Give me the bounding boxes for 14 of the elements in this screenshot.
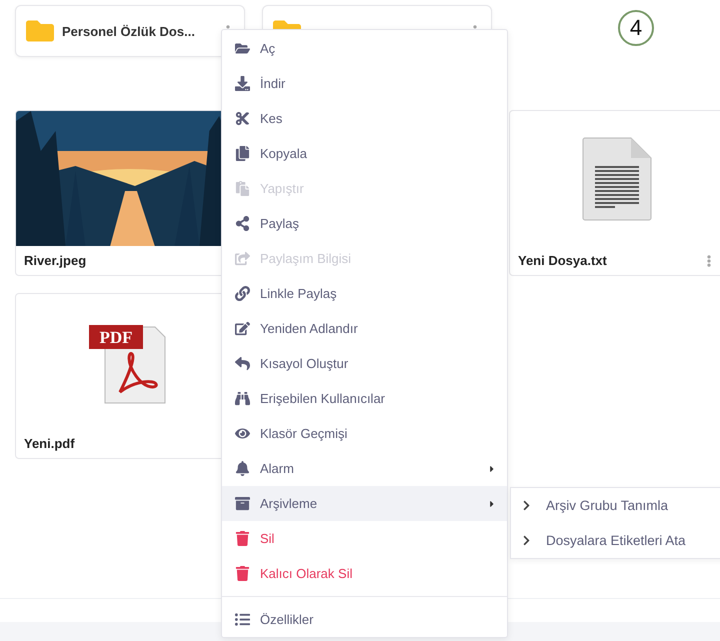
file-card[interactable]: Yeni Dosya.txt xyxy=(509,110,720,276)
folder-card[interactable]: Personel Özlük Dos... xyxy=(15,5,245,57)
file-name: Yeni.pdf xyxy=(24,436,76,451)
menu-item[interactable]: Sil xyxy=(222,521,507,556)
file-name: River.jpeg xyxy=(24,253,88,268)
menu-item[interactable]: Kalıcı Olarak Sil xyxy=(222,556,507,591)
menu-item[interactable]: Özellikler xyxy=(222,602,507,637)
step-badge: 4 xyxy=(618,10,654,46)
menu-item[interactable]: Arşivleme xyxy=(222,486,507,521)
submenu-item[interactable]: Arşiv Grubu Tanımla xyxy=(511,488,720,523)
menu-item[interactable]: İndir xyxy=(222,66,507,101)
file-name: Yeni Dosya.txt xyxy=(518,253,608,268)
folder-name: Personel Özlük Dos... xyxy=(62,24,196,38)
submenu-item[interactable]: Dosyalara Etiketleri Ata xyxy=(511,523,720,558)
